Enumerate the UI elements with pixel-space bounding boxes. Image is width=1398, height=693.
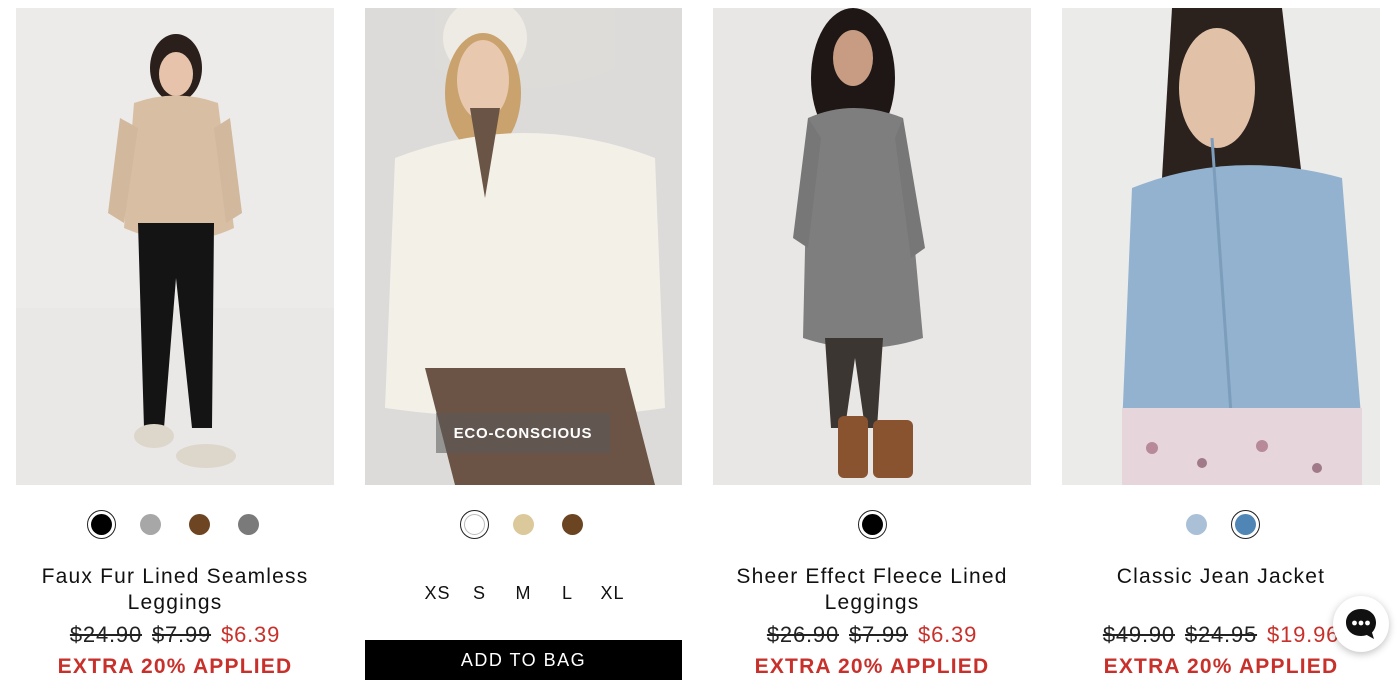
promo-text: EXTRA 20% APPLIED xyxy=(1103,655,1339,678)
product-name[interactable]: Faux Fur Lined Seamless Leggings xyxy=(16,564,334,616)
sale-price: $19.96 xyxy=(1267,622,1340,647)
color-swatch[interactable] xyxy=(460,509,489,539)
original-price: $24.90 xyxy=(69,622,142,647)
color-swatch-dot xyxy=(140,513,161,535)
product-name[interactable]: Sheer Effect Fleece Lined Leggings xyxy=(713,564,1031,616)
color-swatch[interactable] xyxy=(185,510,214,539)
color-swatches xyxy=(16,509,334,539)
product-name[interactable]: Classic Jean Jacket xyxy=(1062,564,1380,590)
color-swatches xyxy=(365,509,682,539)
size-option[interactable]: XL xyxy=(601,583,624,604)
price-row: $26.90 $7.99 $6.39 xyxy=(713,620,1031,650)
color-swatch-dot xyxy=(1235,513,1256,535)
was-price: $24.95 xyxy=(1184,622,1258,647)
color-swatch-dot xyxy=(91,513,112,535)
product-card: Classic Jean Jacket $49.90 $24.95 $19.96 E… xyxy=(1062,8,1380,680)
size-option[interactable]: XS xyxy=(425,583,450,604)
color-swatches xyxy=(1062,509,1380,539)
promo-text: EXTRA 20% APPLIED xyxy=(57,655,293,678)
color-swatch-dot xyxy=(464,513,485,535)
color-swatch-dot xyxy=(513,513,534,535)
promo-text: EXTRA 20% APPLIED xyxy=(754,655,990,678)
color-swatch[interactable] xyxy=(857,509,887,539)
size-selector: XS S M L XL xyxy=(365,583,682,604)
color-swatch[interactable] xyxy=(558,510,587,539)
color-swatch[interactable] xyxy=(87,509,116,539)
color-swatch-dot xyxy=(238,513,259,535)
product-card: Sheer Effect Fleece Lined Leggings $26.9… xyxy=(713,8,1031,680)
product-image[interactable] xyxy=(713,8,1031,485)
product-grid: Faux Fur Lined Seamless Leggings $24.90 $… xyxy=(0,0,1398,693)
color-swatch-dot xyxy=(861,513,883,535)
chat-bubble-icon[interactable] xyxy=(1333,596,1389,652)
color-swatch[interactable] xyxy=(234,510,263,539)
color-swatches xyxy=(713,509,1031,539)
color-swatch[interactable] xyxy=(136,510,165,539)
color-swatch[interactable] xyxy=(1182,510,1211,539)
size-option[interactable]: M xyxy=(513,583,535,604)
eco-conscious-badge: ECO-CONSCIOUS xyxy=(436,413,610,453)
size-option[interactable]: L xyxy=(557,583,579,604)
price-row: $24.90 $7.99 $6.39 xyxy=(16,620,334,650)
color-swatch-dot xyxy=(189,513,210,535)
product-card: ECO-CONSCIOUS XS S M L XL ADD TO BAG xyxy=(365,8,682,680)
size-option[interactable]: S xyxy=(469,583,491,604)
product-card: Faux Fur Lined Seamless Leggings $24.90 $… xyxy=(16,8,334,680)
color-swatch-dot xyxy=(1186,513,1207,535)
was-price: $7.99 xyxy=(848,622,909,647)
sale-price: $6.39 xyxy=(221,622,281,647)
color-swatch-dot xyxy=(562,513,583,535)
add-to-bag-button[interactable]: ADD TO BAG xyxy=(365,640,682,680)
color-swatch[interactable] xyxy=(1231,509,1260,539)
original-price: $26.90 xyxy=(766,622,839,647)
sale-price: $6.39 xyxy=(918,622,978,647)
original-price: $49.90 xyxy=(1102,622,1175,647)
was-price: $7.99 xyxy=(151,622,212,647)
product-image[interactable]: ECO-CONSCIOUS xyxy=(365,8,682,485)
color-swatch[interactable] xyxy=(509,510,538,539)
product-image[interactable] xyxy=(16,8,334,485)
product-image[interactable] xyxy=(1062,8,1380,485)
